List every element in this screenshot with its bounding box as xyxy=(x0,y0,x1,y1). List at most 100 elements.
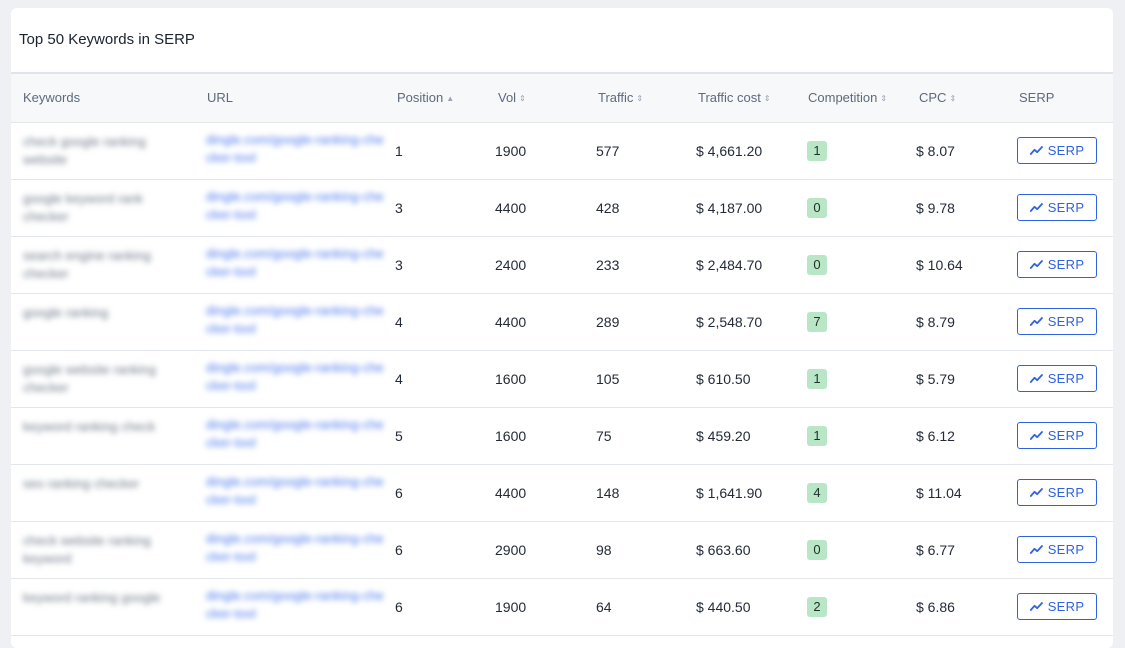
serp-button[interactable]: SERP xyxy=(1017,308,1097,335)
vol-cell: 2400 xyxy=(495,257,527,273)
trend-line-icon xyxy=(1029,374,1043,383)
sort-icon: ⇕ xyxy=(763,94,771,103)
sort-icon: ⇕ xyxy=(519,94,526,103)
table-row: keyword ranking check dingle.com/google-… xyxy=(11,408,1113,465)
position-cell: 5 xyxy=(395,428,403,444)
vol-cell: 1900 xyxy=(495,599,527,615)
serp-button-label: SERP xyxy=(1047,200,1085,215)
serp-button-label: SERP xyxy=(1047,428,1085,443)
keyword-cell[interactable]: google keyword rank checker xyxy=(23,190,173,226)
serp-button[interactable]: SERP xyxy=(1017,593,1097,620)
cpc-cell: $ 11.04 xyxy=(916,485,962,501)
cpc-cell: $ 6.77 xyxy=(916,542,955,558)
keyword-cell[interactable]: check google ranking website xyxy=(23,133,173,169)
cpc-cell: $ 10.64 xyxy=(916,257,963,273)
trend-line-icon xyxy=(1029,146,1043,155)
trend-line-icon xyxy=(1029,260,1043,269)
url-link[interactable]: dingle.com/google-ranking-checker-tool xyxy=(206,587,386,623)
url-link[interactable]: dingle.com/google-ranking-checker-tool xyxy=(206,188,386,224)
traffic-cell: 148 xyxy=(596,485,620,501)
serp-button[interactable]: SERP xyxy=(1017,251,1097,278)
vol-cell: 1600 xyxy=(495,428,527,444)
header-competition[interactable]: Competition ⇕ xyxy=(808,74,887,123)
serp-button[interactable]: SERP xyxy=(1017,365,1097,392)
competition-badge: 0 xyxy=(807,540,827,560)
keyword-cell[interactable]: google website ranking checker xyxy=(23,361,173,397)
keyword-cell[interactable]: check website ranking keyword xyxy=(23,532,173,568)
keyword-cell[interactable]: keyword ranking check xyxy=(23,418,173,436)
position-cell: 6 xyxy=(395,542,403,558)
trend-line-icon xyxy=(1029,488,1043,497)
header-cpc[interactable]: CPC ⇕ xyxy=(919,74,956,123)
traffic-cell: 75 xyxy=(596,428,612,444)
table-row: google ranking dingle.com/google-ranking… xyxy=(11,294,1113,351)
trend-line-icon xyxy=(1029,431,1043,440)
url-link[interactable]: dingle.com/google-ranking-checker-tool xyxy=(206,473,386,509)
traffic-cost-cell: $ 610.50 xyxy=(696,371,751,387)
competition-badge: 1 xyxy=(807,369,827,389)
url-link[interactable]: dingle.com/google-ranking-checker-tool xyxy=(206,359,386,395)
cpc-cell: $ 6.12 xyxy=(916,428,955,444)
keywords-card: Top 50 Keywords in SERP Keywords URL Pos… xyxy=(11,8,1113,648)
position-cell: 3 xyxy=(395,257,403,273)
traffic-cost-cell: $ 4,187.00 xyxy=(696,200,763,216)
position-cell: 3 xyxy=(395,200,403,216)
serp-button[interactable]: SERP xyxy=(1017,194,1097,221)
keyword-cell[interactable]: keyword ranking google xyxy=(23,589,173,607)
vol-cell: 4400 xyxy=(495,485,527,501)
header-position-label: Position xyxy=(397,90,444,105)
trend-line-icon xyxy=(1029,203,1043,212)
serp-button-label: SERP xyxy=(1047,143,1085,158)
header-position[interactable]: Position ▲ xyxy=(397,74,454,123)
competition-badge: 1 xyxy=(807,141,827,161)
traffic-cost-cell: $ 4,661.20 xyxy=(696,143,763,159)
serp-button[interactable]: SERP xyxy=(1017,479,1097,506)
header-competition-label: Competition xyxy=(808,90,878,105)
url-link[interactable]: dingle.com/google-ranking-checker-tool xyxy=(206,416,386,452)
url-link[interactable]: dingle.com/google-ranking-checker-tool xyxy=(206,245,386,281)
keyword-cell[interactable]: search engine ranking checker xyxy=(23,247,173,283)
url-link[interactable]: dingle.com/google-ranking-checker-tool xyxy=(206,131,386,167)
traffic-cell: 64 xyxy=(596,599,612,615)
trend-line-icon xyxy=(1029,545,1043,554)
serp-button-label: SERP xyxy=(1047,371,1085,386)
table-row: search engine ranking checker dingle.com… xyxy=(11,237,1113,294)
traffic-cell: 428 xyxy=(596,200,620,216)
cpc-cell: $ 8.07 xyxy=(916,143,955,159)
competition-badge: 1 xyxy=(807,426,827,446)
traffic-cost-cell: $ 459.20 xyxy=(696,428,751,444)
header-traffic[interactable]: Traffic ⇕ xyxy=(598,74,643,123)
serp-button-label: SERP xyxy=(1047,314,1085,329)
serp-button-label: SERP xyxy=(1047,485,1085,500)
table-header: Keywords URL Position ▲ Vol ⇕ Traffic ⇕ Tra… xyxy=(11,74,1113,123)
serp-button-label: SERP xyxy=(1047,257,1085,272)
traffic-cost-cell: $ 663.60 xyxy=(696,542,751,558)
traffic-cost-cell: $ 1,641.90 xyxy=(696,485,763,501)
position-cell: 4 xyxy=(395,371,403,387)
header-url: URL xyxy=(207,74,233,122)
serp-button[interactable]: SERP xyxy=(1017,536,1097,563)
serp-button-label: SERP xyxy=(1047,542,1085,557)
traffic-cell: 98 xyxy=(596,542,612,558)
cpc-cell: $ 6.86 xyxy=(916,599,955,615)
keyword-cell[interactable]: google ranking xyxy=(23,304,173,322)
header-url-label: URL xyxy=(207,90,234,105)
serp-button[interactable]: SERP xyxy=(1017,137,1097,164)
cpc-cell: $ 5.79 xyxy=(916,371,955,387)
traffic-cell: 105 xyxy=(596,371,620,387)
table-row: google website ranking checker dingle.co… xyxy=(11,351,1113,408)
serp-button-label: SERP xyxy=(1047,599,1085,614)
competition-badge: 7 xyxy=(807,312,827,332)
sort-icon: ⇕ xyxy=(636,94,644,103)
url-link[interactable]: dingle.com/google-ranking-checker-tool xyxy=(206,530,386,566)
table-row: keyword ranking google dingle.com/google… xyxy=(11,579,1113,636)
header-vol[interactable]: Vol ⇕ xyxy=(498,74,526,123)
sort-icon: ⇕ xyxy=(880,94,888,103)
serp-button[interactable]: SERP xyxy=(1017,422,1097,449)
position-cell: 6 xyxy=(395,485,403,501)
traffic-cell: 233 xyxy=(596,257,620,273)
header-traffic-cost[interactable]: Traffic cost ⇕ xyxy=(698,74,771,123)
card-title: Top 50 Keywords in SERP xyxy=(11,8,1113,74)
url-link[interactable]: dingle.com/google-ranking-checker-tool xyxy=(206,302,386,338)
keyword-cell[interactable]: seo ranking checker xyxy=(23,475,173,493)
